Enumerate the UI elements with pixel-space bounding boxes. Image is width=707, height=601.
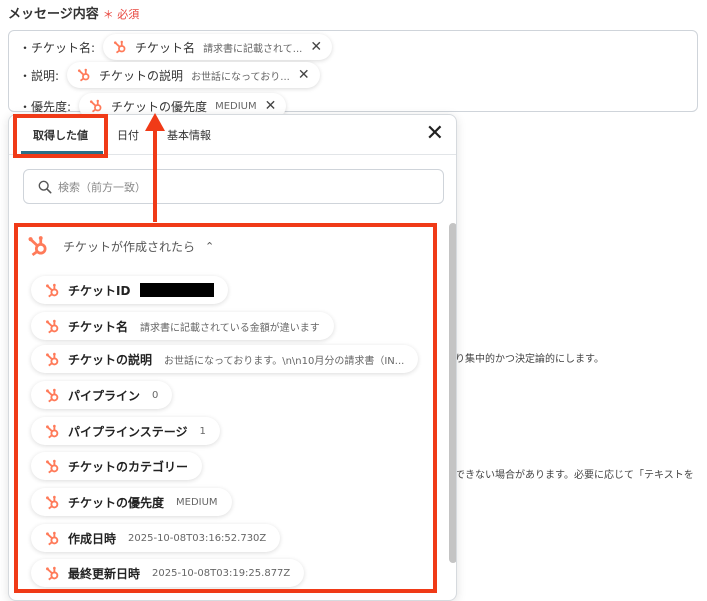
variable-chip-ticket-name[interactable]: チケット名 請求書に記載されて... ✕ [103, 34, 333, 60]
chip-label: チケットの優先度 [111, 99, 208, 114]
annotation-highlight-tab [13, 114, 108, 158]
background-help-text-2: できない場合があります。必要に応じて「テキストを [455, 470, 694, 481]
chip-value: 請求書に記載されて... [203, 43, 303, 55]
close-icon[interactable]: ✕ [298, 67, 310, 83]
message-line-prefix: ・優先度: [19, 99, 72, 114]
close-icon[interactable]: ✕ [310, 39, 322, 55]
scrollbar[interactable] [449, 223, 456, 563]
search-icon [38, 180, 52, 193]
variable-chip-ticket-description[interactable]: チケットの説明 お世話になっており... ✕ [67, 62, 320, 88]
chip-label: チケットの説明 [99, 68, 184, 83]
message-line-ticket-name: ・チケット名: チケット名 請求書に記載されて... ✕ [19, 34, 333, 60]
search-input[interactable]: 検索（前方一致） [23, 169, 444, 204]
close-icon[interactable]: ✕ [265, 98, 277, 114]
message-content-label-text: メッセージ内容 [8, 7, 99, 22]
tab-date[interactable]: 日付 [117, 127, 139, 143]
background-help-text-1: り集中的かつ決定論的にします。 [455, 354, 604, 365]
tab-basic-info[interactable]: 基本情報 [167, 127, 211, 143]
chip-value: MEDIUM [215, 100, 257, 112]
search-placeholder: 検索（前方一致） [58, 180, 146, 194]
hubspot-icon [78, 68, 90, 82]
required-mark: ＊ 必須 [103, 8, 140, 21]
message-line-prefix: ・チケット名: [19, 40, 96, 55]
close-icon[interactable]: ✕ [426, 123, 444, 145]
message-content-field[interactable]: ・チケット名: チケット名 請求書に記載されて... ✕ ・説明: チケットの説… [8, 30, 698, 119]
message-line-description: ・説明: チケットの説明 お世話になっており... ✕ [19, 62, 320, 88]
required-text: 必須 [117, 8, 140, 21]
message-line-prefix: ・説明: [19, 68, 60, 83]
required-asterisk: ＊ [102, 8, 114, 21]
chip-label: チケット名 [135, 40, 196, 55]
hubspot-icon [114, 40, 126, 54]
hubspot-icon [90, 99, 102, 113]
chip-value: お世話になっており... [191, 71, 290, 83]
message-content-label: メッセージ内容＊ 必須 [8, 3, 139, 22]
annotation-highlight-list [14, 223, 437, 593]
